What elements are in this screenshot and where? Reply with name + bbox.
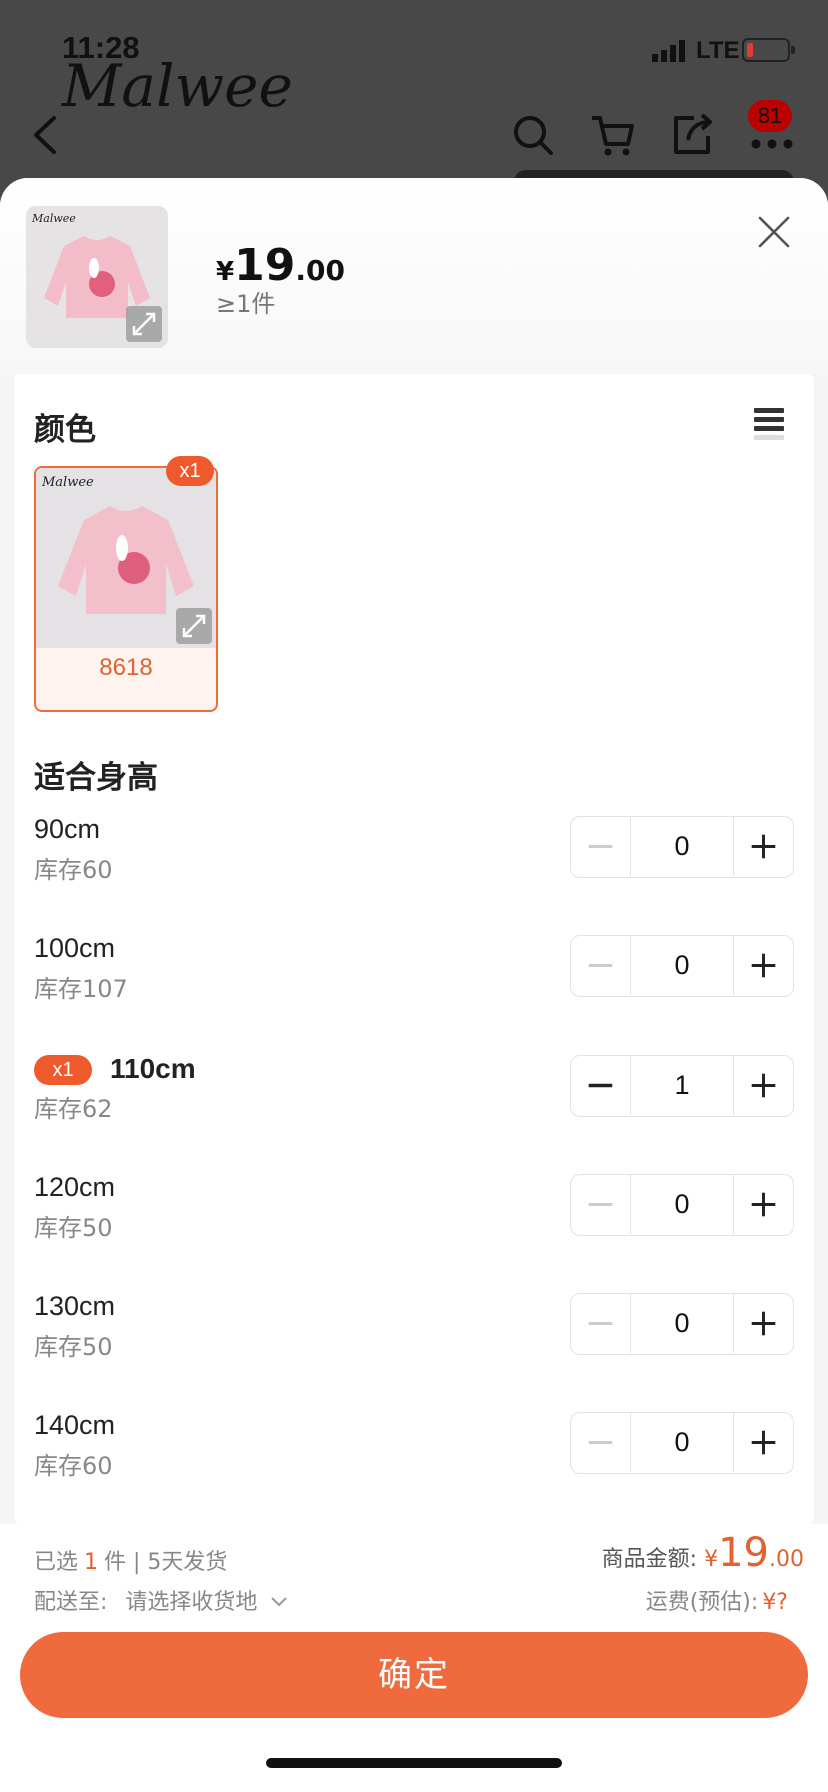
min-order-quantity: ≥1件 [216, 290, 276, 318]
ship-to-value[interactable]: 请选择收货地 [125, 1590, 257, 1615]
color-section-title: 颜色 [34, 412, 96, 448]
stock-label: 库存50 [34, 1333, 113, 1361]
size-row: 130cm 库存50 0 [0, 1291, 828, 1411]
quantity-stepper: 0 [570, 1293, 794, 1355]
size-row: 140cm 库存60 0 [0, 1410, 828, 1530]
close-icon[interactable] [752, 210, 796, 254]
quantity-value[interactable]: 0 [631, 1294, 733, 1353]
size-section-title: 适合身高 [34, 760, 158, 796]
swatch-label: 8618 [99, 654, 153, 681]
freight-label: 运费(预估): [645, 1590, 759, 1615]
swatch-qty-badge: x1 [166, 456, 214, 486]
sku-sheet: Malwee ¥19.00 ≥1件 颜色 Malwee 8618 x1 适合身高… [0, 178, 828, 1792]
amount-label: 商品金额: [601, 1547, 698, 1572]
amount-summary: 商品金额: ¥19.00 [602, 1530, 804, 1576]
ship-to[interactable]: 配送至: 请选择收货地 [34, 1584, 288, 1616]
selected-suffix: 件 | 5天发货 [104, 1550, 228, 1575]
stock-label: 库存107 [34, 975, 128, 1003]
stock-label: 库存62 [34, 1095, 113, 1123]
quantity-value[interactable]: 1 [631, 1056, 733, 1115]
freight-summary: 运费(预估): ¥? [646, 1584, 788, 1616]
ship-to-label: 配送至: [34, 1590, 108, 1615]
stock-label: 库存60 [34, 856, 113, 884]
battery-icon [742, 38, 795, 62]
background-page: 11:28 LTE Malwee 81 [0, 0, 828, 200]
size-label: 140cm [34, 1410, 116, 1440]
signal-icon [652, 40, 685, 62]
price-currency: ¥ [216, 257, 235, 287]
cart-icon[interactable] [588, 110, 638, 160]
order-footer: 已选 1 件 | 5天发货 配送至: 请选择收货地 商品金额: ¥19.00 运费(预… [0, 1524, 828, 1792]
selected-count: 1 [84, 1550, 99, 1575]
increase-button[interactable] [733, 1056, 793, 1115]
quantity-value[interactable]: 0 [631, 817, 733, 876]
back-icon[interactable] [22, 110, 72, 160]
top-nav [0, 100, 828, 170]
quantity-value[interactable]: 0 [631, 936, 733, 995]
expand-icon[interactable] [176, 608, 212, 644]
selected-prefix: 已选 [34, 1550, 79, 1575]
size-label: 100cm [34, 933, 116, 963]
size-label: 130cm [34, 1291, 116, 1321]
svg-text:Malwee: Malwee [31, 212, 76, 225]
home-indicator [266, 1758, 562, 1768]
stock-label: 库存50 [34, 1214, 113, 1242]
decrease-button[interactable] [571, 1175, 631, 1234]
expand-icon[interactable] [126, 306, 162, 342]
quantity-stepper: 0 [570, 816, 794, 878]
amount-decimal: .00 [769, 1547, 804, 1572]
decrease-button[interactable] [571, 1056, 631, 1115]
list-view-icon[interactable] [752, 406, 786, 442]
increase-button[interactable] [733, 1175, 793, 1234]
size-label: 120cm [34, 1172, 116, 1202]
decrease-button[interactable] [571, 936, 631, 995]
network-label: LTE [696, 37, 740, 64]
size-row: 100cm 库存107 0 [0, 933, 828, 1053]
size-qty-badge: x1 [34, 1055, 92, 1085]
increase-button[interactable] [733, 1294, 793, 1353]
size-label: 110cm [110, 1053, 196, 1084]
swatch-brand-mark: Malwee [41, 475, 94, 490]
quantity-stepper: 0 [570, 935, 794, 997]
amount-value: ¥19.00 [704, 1530, 804, 1576]
color-swatch-8618[interactable]: Malwee 8618 [34, 466, 218, 712]
size-label: 90cm [34, 814, 101, 844]
quantity-stepper: 0 [570, 1174, 794, 1236]
share-icon[interactable] [668, 110, 718, 160]
decrease-button[interactable] [571, 817, 631, 876]
size-row-selected: x1 110cm 库存62 1 [0, 1053, 828, 1173]
cart-count-badge: 81 [748, 100, 792, 132]
product-thumbnail[interactable]: Malwee [26, 206, 168, 348]
decrease-button[interactable] [571, 1413, 631, 1472]
quantity-value[interactable]: 0 [631, 1413, 733, 1472]
quantity-stepper: 0 [570, 1412, 794, 1474]
increase-button[interactable] [733, 1413, 793, 1472]
size-row: 120cm 库存50 0 [0, 1172, 828, 1292]
amount-integer: 19 [718, 1530, 769, 1576]
size-row: 90cm 库存60 0 [0, 814, 828, 934]
stock-label: 库存60 [34, 1452, 113, 1480]
increase-button[interactable] [733, 817, 793, 876]
quantity-stepper: 1 [570, 1055, 794, 1117]
freight-value: ¥? [762, 1590, 788, 1615]
search-icon[interactable] [508, 110, 558, 160]
selected-summary: 已选 1 件 | 5天发货 [34, 1544, 227, 1576]
sheet-header: Malwee ¥19.00 ≥1件 [0, 178, 828, 374]
chevron-down-icon [271, 1597, 288, 1607]
increase-button[interactable] [733, 936, 793, 995]
confirm-button[interactable]: 确定 [20, 1632, 808, 1718]
amount-currency: ¥ [704, 1547, 719, 1572]
quantity-value[interactable]: 0 [631, 1175, 733, 1234]
price-decimal: .00 [295, 254, 345, 287]
decrease-button[interactable] [571, 1294, 631, 1353]
